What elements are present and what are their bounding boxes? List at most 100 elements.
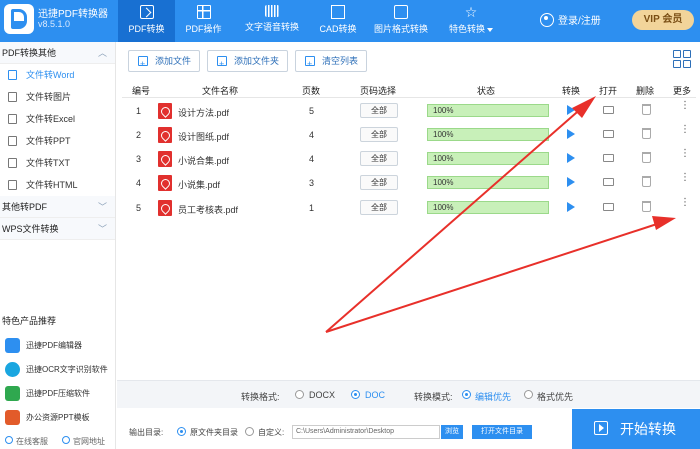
table-row[interactable]: 3 小说合集.pdf 4 全部 100% ⋮ [122,148,696,172]
table-row[interactable]: 5 员工考核表.pdf 1 全部 100% ⋮ [122,197,696,221]
recommend-ocr[interactable]: 迅捷OCR文字识别软件 [0,358,116,382]
grid-view-toggle[interactable] [673,50,691,68]
document-icon [8,136,17,146]
sidebar-section-wps[interactable]: WPS文件转换 ﹀ [0,218,115,240]
open-output-dir-button[interactable]: 打开文件目录 [472,425,532,439]
play-icon [594,421,608,435]
browse-button[interactable]: 浏览 [441,425,463,439]
online-service-link[interactable]: 在线客服 [16,436,48,447]
play-icon[interactable] [567,153,575,163]
nav-image-convert[interactable]: 图片格式转换 [364,0,438,42]
clear-list-button[interactable]: 清空列表 [295,50,368,74]
nav-cad-convert[interactable]: CAD转换 [312,0,364,42]
more-icon[interactable]: ⋮ [680,101,690,111]
sidebar-item-label: 文件转图片 [26,92,72,102]
convert-icon [139,5,154,19]
more-icon[interactable]: ⋮ [680,198,690,208]
col-no: 编号 [132,86,151,96]
page-range-select[interactable]: 全部 [360,200,398,215]
folder-icon[interactable] [603,106,614,114]
format-first-radio[interactable] [524,390,533,399]
col-more: 更多 [673,86,692,96]
toolbar: 添加文件 添加文件夹 清空列表 [128,50,374,74]
play-icon[interactable] [567,129,575,139]
play-icon[interactable] [567,105,575,115]
add-folder-icon [217,54,228,74]
row-number: 5 [136,203,142,213]
sidebar-item-to-excel[interactable]: 文件转Excel [0,108,115,130]
doc-option[interactable]: DOC [365,390,385,400]
pdf-file-icon [158,175,172,191]
more-icon[interactable]: ⋮ [680,173,690,183]
page-range-select[interactable]: 全部 [360,175,398,190]
table-row[interactable]: 2 设计图纸.pdf 4 全部 100% ⋮ [122,124,696,148]
title-bar: 迅捷PDF转换器 v8.5.1.0 PDF转换 PDF操作 文字语音转换 CAD… [0,0,700,42]
source-dir-radio[interactable] [177,427,186,436]
edit-first-radio[interactable] [462,390,471,399]
start-convert-button[interactable]: 开始转换 [572,409,700,449]
folder-icon[interactable] [603,203,614,211]
doc-radio[interactable] [351,390,360,399]
source-dir-option[interactable]: 原文件夹目录 [190,427,238,438]
sidebar-item-label: 文件转Word [26,70,75,80]
trash-icon[interactable] [642,152,651,163]
nav-label: 文字语音转换 [244,22,299,32]
vip-button[interactable]: VIP 会员 [632,10,694,30]
sidebar-item-to-word[interactable]: 文件转Word [0,64,115,86]
sidebar-item-label: 文件转TXT [26,158,70,168]
sidebar-item-label: 文件转Excel [26,114,76,124]
login-label: 登录/注册 [558,16,601,27]
more-icon[interactable]: ⋮ [680,149,690,159]
custom-dir-option[interactable]: 自定义: [258,427,284,438]
row-number: 2 [136,130,142,140]
recommend-pdf-editor[interactable]: 迅捷PDF编辑器 [0,334,116,358]
folder-icon[interactable] [603,178,614,186]
page-range-select[interactable]: 全部 [360,151,398,166]
website-link[interactable]: 官网地址 [73,436,105,447]
progress-bar: 100% [427,152,549,165]
nav-special-convert[interactable]: ☆ 特色转换 [438,0,504,42]
clear-icon [305,54,316,74]
trash-icon[interactable] [642,128,651,139]
recommend-compressor[interactable]: 迅捷PDF压缩软件 [0,382,116,406]
more-icon[interactable]: ⋮ [680,125,690,135]
table-row[interactable]: 1 设计方法.pdf 5 全部 100% ⋮ [122,100,696,124]
nav-pdf-operation[interactable]: PDF操作 [175,0,232,42]
folder-icon[interactable] [603,130,614,138]
custom-dir-radio[interactable] [245,427,254,436]
trash-icon[interactable] [642,201,651,212]
trash-icon[interactable] [642,176,651,187]
sidebar-item-to-txt[interactable]: 文件转TXT [0,152,115,174]
play-icon[interactable] [567,202,575,212]
nav-text-speech[interactable]: 文字语音转换 [232,0,312,42]
start-label: 开始转换 [620,421,676,437]
edit-first-option[interactable]: 编辑优先 [475,390,511,403]
col-range: 页码选择 [360,86,397,96]
recommend-title: 特色产品推荐 [2,316,57,326]
table-row[interactable]: 4 小说集.pdf 3 全部 100% ⋮ [122,172,696,196]
sidebar-section-other-to-pdf[interactable]: 其他转PDF ﹀ [0,196,115,218]
file-name: 小说合集.pdf [178,156,230,166]
login-button[interactable]: 登录/注册 [540,12,601,27]
nav-label: CAD转换 [319,24,357,34]
recommend-ppt[interactable]: 办公资源PPT模板 [0,406,116,430]
grid-cell [683,50,691,58]
docx-radio[interactable] [295,390,304,399]
play-icon[interactable] [567,177,575,187]
add-file-label: 添加文件 [155,56,192,66]
folder-icon[interactable] [603,154,614,162]
output-path-input[interactable]: C:\Users\Administrator\Desktop [292,425,440,439]
docx-option[interactable]: DOCX [309,390,335,400]
sidebar-item-to-ppt[interactable]: 文件转PPT [0,130,115,152]
sidebar-item-to-html[interactable]: 文件转HTML [0,174,115,196]
add-file-button[interactable]: 添加文件 [128,50,201,74]
nav-pdf-convert[interactable]: PDF转换 [118,0,175,42]
trash-icon[interactable] [642,104,651,115]
page-range-select[interactable]: 全部 [360,127,398,142]
page-range-select[interactable]: 全部 [360,103,398,118]
globe-icon [62,436,70,444]
format-first-option[interactable]: 格式优先 [537,390,573,403]
sidebar-section-pdf-to-other[interactable]: PDF转换其他 ︿ [0,42,115,64]
add-folder-button[interactable]: 添加文件夹 [207,50,289,74]
sidebar-item-to-image[interactable]: 文件转图片 [0,86,115,108]
